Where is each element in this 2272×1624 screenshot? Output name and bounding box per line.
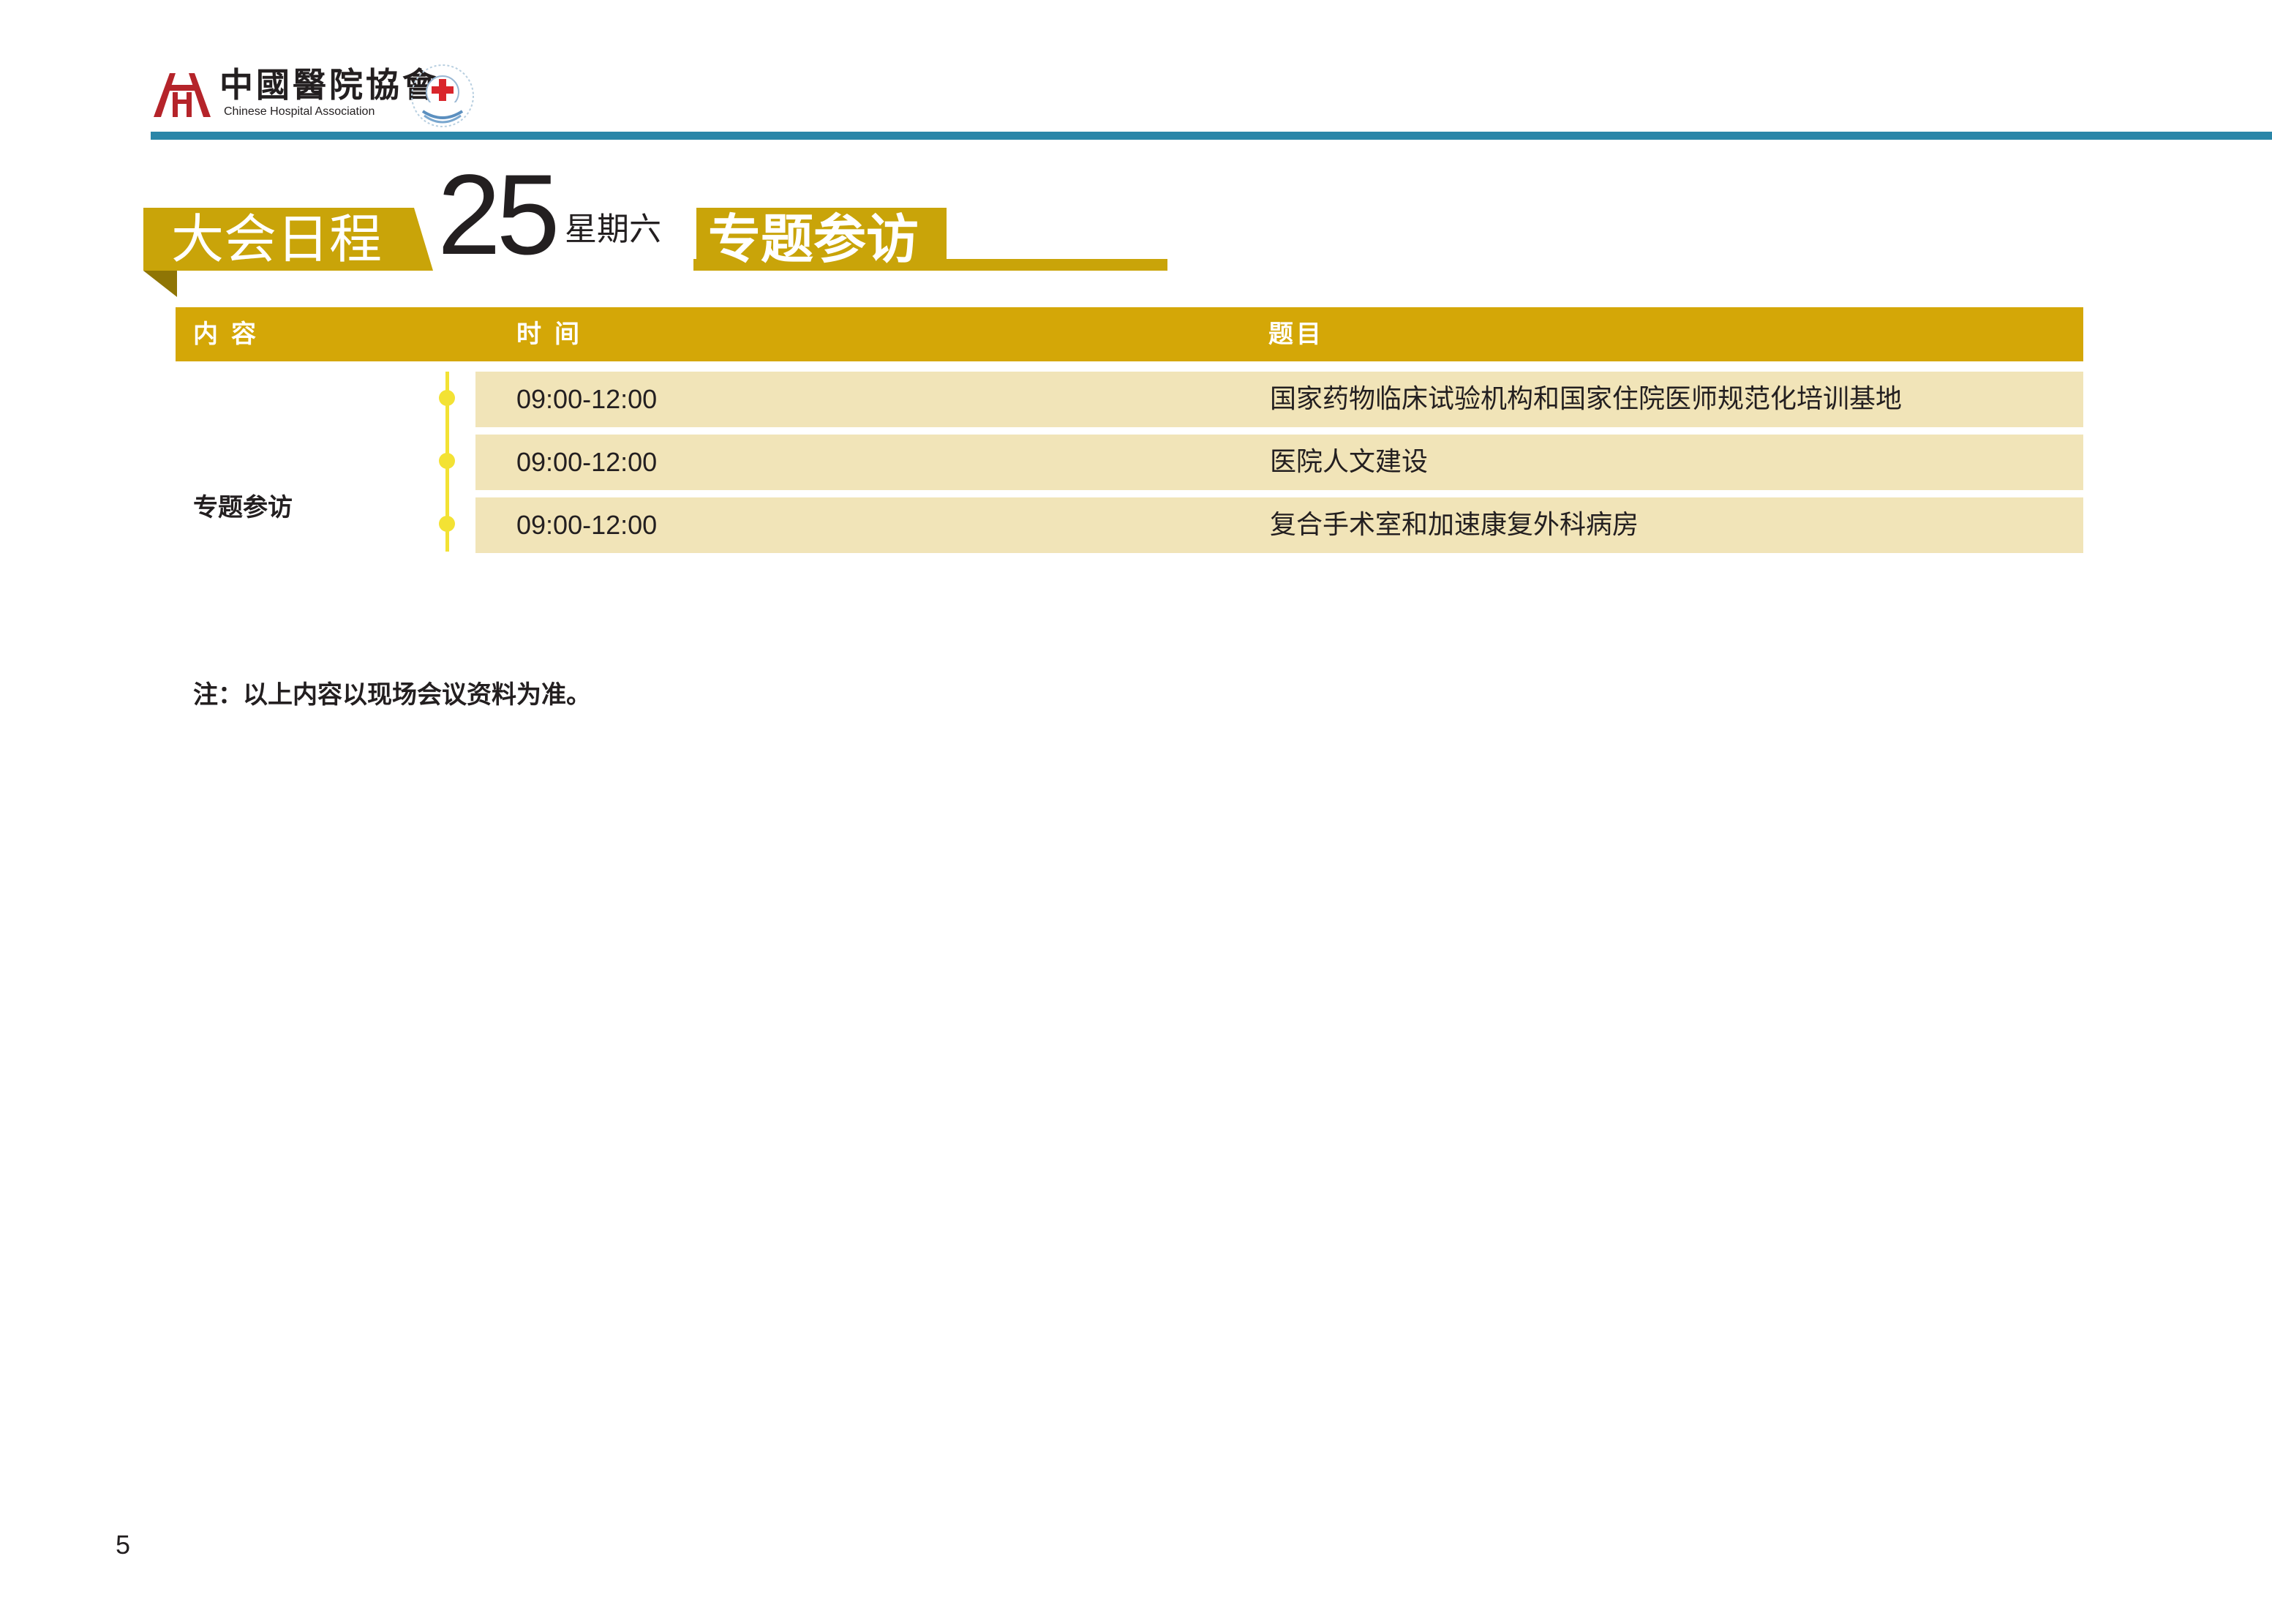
table-row: 09:00-12:00 复合手术室和加速康复外科病房 — [475, 497, 2083, 553]
logo-english-name: Chinese Hospital Association — [224, 105, 375, 118]
page-number: 5 — [116, 1530, 131, 1560]
agenda-title: 大会日程 — [171, 208, 383, 270]
column-header-topic: 题目 — [1268, 320, 1324, 349]
jiangsu-hospital-association-emblem — [410, 63, 475, 129]
logo-chinese-name: 中國醫院協會 — [219, 65, 439, 105]
row-time: 09:00-12:00 — [516, 510, 658, 540]
row-time: 09:00-12:00 — [516, 384, 658, 414]
row-topic: 国家药物临床试验机构和国家住院医师规范化培训基地 — [1270, 384, 1903, 414]
title-ribbon-fold — [143, 271, 177, 297]
column-header-content: 内容 — [193, 320, 269, 349]
chinese-hospital-association-logo — [151, 70, 214, 119]
header-rule — [151, 132, 2272, 140]
column-header-time: 时间 — [516, 320, 593, 349]
section-title: 专题参访 — [708, 208, 919, 270]
timeline-dot — [439, 390, 455, 406]
table-row: 09:00-12:00 医院人文建设 — [475, 435, 2083, 490]
row-topic: 复合手术室和加速康复外科病房 — [1270, 510, 1639, 540]
schedule-table-header: 内容 时间 题目 — [176, 307, 2083, 361]
timeline-dot — [439, 453, 455, 469]
row-topic: 医院人文建设 — [1270, 447, 1429, 477]
agenda-day-number: 25 — [437, 151, 560, 279]
row-time: 09:00-12:00 — [516, 447, 658, 477]
session-category: 专题参访 — [193, 493, 293, 522]
footnote: 注：以上内容以现场会议资料为准。 — [193, 680, 591, 710]
timeline-dot — [439, 516, 455, 532]
agenda-weekday: 星期六 — [565, 211, 661, 248]
table-row: 09:00-12:00 国家药物临床试验机构和国家住院医师规范化培训基地 — [475, 372, 2083, 427]
